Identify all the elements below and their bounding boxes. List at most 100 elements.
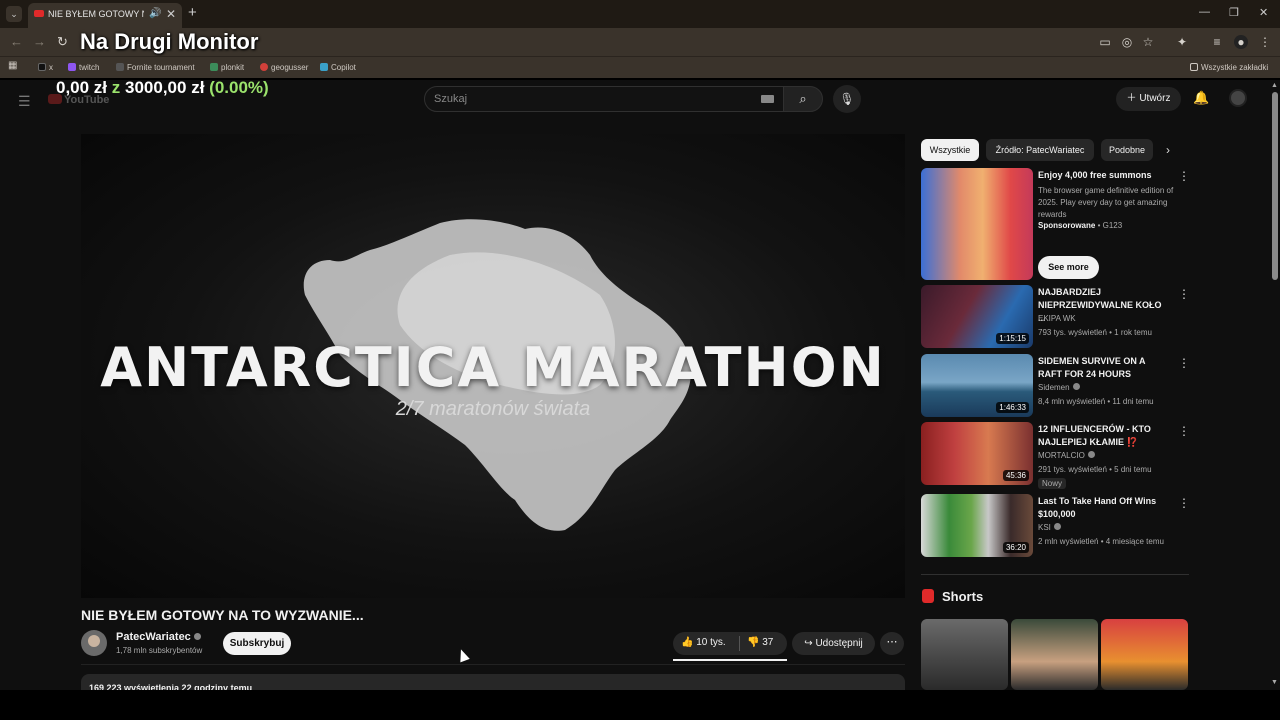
bookmark-copilot[interactable]: Copilot [320, 63, 356, 72]
related-thumbnail[interactable]: 1:15:15 [921, 285, 1033, 348]
bookmark-fornite-tournament[interactable]: Fornite tournament [116, 63, 195, 72]
related-title[interactable]: SIDEMEN SURVIVE ON A RAFT FOR 24 HOURS [1038, 355, 1170, 381]
short-thumbnail[interactable] [1101, 619, 1188, 690]
all-bookmarks[interactable]: Wszystkie zakładki [1190, 63, 1268, 72]
profile-icon[interactable]: ● [1234, 35, 1248, 49]
chip-source-channel[interactable]: Źródło: PatecWariatec [986, 139, 1094, 161]
share-button[interactable]: ↪ Udostępnij [792, 632, 875, 655]
related-channel[interactable]: Sidemen [1038, 383, 1080, 392]
ad-menu-icon[interactable]: ⋮ [1178, 169, 1190, 183]
duration-badge: 36:20 [1002, 542, 1029, 553]
related-thumbnail[interactable]: 36:20 [921, 494, 1033, 557]
donation-goal-overlay: 0,00 zł z 3000,00 zł (0.00%) [56, 78, 269, 97]
speaker-icon[interactable]: 🔊 [149, 8, 161, 19]
short-thumbnail[interactable] [1011, 619, 1098, 690]
dislike-button[interactable]: 👎 37 [747, 637, 773, 648]
divider [81, 664, 905, 665]
scroll-up-icon[interactable]: ▲ [1271, 82, 1278, 89]
browser-tab-bar: ⌄ NIE BYŁEM GOTOWY NA TO WYZWANIE... 🔊 ✕… [0, 0, 1280, 28]
minimize-icon[interactable]: — [1199, 6, 1210, 18]
see-more-button[interactable]: See more [1038, 256, 1099, 279]
related-title[interactable]: 12 INFLUENCERÓW - KTO NAJLEPIEJ KŁAMIE ⁉… [1038, 423, 1170, 449]
channel-name[interactable]: PatecWariatec [116, 631, 201, 643]
related-menu-icon[interactable]: ⋮ [1178, 424, 1190, 438]
twitch-icon [68, 63, 76, 71]
account-avatar[interactable] [1229, 89, 1247, 107]
chip-all[interactable]: Wszystkie [921, 139, 979, 161]
related-meta: 291 tys. wyświetleń • 5 dni temu [1038, 465, 1152, 474]
verified-icon [1053, 523, 1061, 530]
voice-search-button[interactable]: 🎙 [833, 85, 861, 113]
related-title[interactable]: Last To Take Hand Off Wins $100,000 [1038, 495, 1170, 521]
copilot-icon [320, 63, 328, 71]
tab-search-dropdown-icon[interactable]: ⌄ [6, 6, 22, 22]
more-actions-button[interactable]: ⋯ [880, 632, 904, 655]
browser-tab-active[interactable]: NIE BYŁEM GOTOWY NA TO WYZWANIE... 🔊 ✕ [28, 3, 182, 28]
eye-off-icon[interactable]: ◎ [1120, 35, 1134, 49]
related-thumbnail[interactable]: 45:36 [921, 422, 1033, 485]
ad-thumbnail[interactable] [921, 168, 1033, 280]
verified-icon [1072, 383, 1080, 390]
share-icon: ↪ [804, 638, 816, 649]
like-separator [739, 636, 740, 651]
forward-icon[interactable]: → [33, 34, 46, 49]
related-menu-icon[interactable]: ⋮ [1178, 287, 1190, 301]
bookmark-geogusser[interactable]: geogusser [260, 63, 308, 72]
bookmark-twitch[interactable]: twitch [68, 63, 99, 72]
new-tab-icon[interactable]: + [188, 4, 197, 21]
notifications-bell-icon[interactable]: 🔔 [1193, 90, 1209, 106]
create-button[interactable]: ＋ Utwórz [1116, 87, 1181, 111]
video-overlay-title: ANTARCTICA MARATHON [100, 336, 886, 399]
like-button[interactable]: 👍 10 tys. [681, 637, 726, 648]
search-input[interactable] [424, 86, 784, 112]
cast-icon[interactable]: ▭ [1098, 35, 1112, 49]
extensions-icon[interactable]: ✦ [1175, 35, 1189, 49]
reload-icon[interactable]: ↻ [57, 34, 68, 50]
short-thumbnail[interactable] [921, 619, 1008, 690]
bookmarks-bar: ▦ x twitch Fornite tournament plonkit ge… [0, 56, 1280, 78]
plonkit-icon [210, 63, 218, 71]
related-channel[interactable]: MORTALCIO [1038, 451, 1095, 460]
close-tab-icon[interactable]: ✕ [166, 7, 176, 21]
reading-list-icon[interactable]: ≡ [1210, 35, 1224, 49]
back-icon[interactable]: ← [10, 34, 23, 49]
ad-title[interactable]: Enjoy 4,000 free summons [1038, 169, 1170, 182]
scrollbar-thumb[interactable] [1272, 92, 1278, 280]
search-button[interactable]: ⌕ [783, 86, 823, 112]
keyboard-icon[interactable] [761, 95, 774, 103]
video-overlay-subtitle: 2/7 maratonów świata [395, 398, 591, 420]
scroll-down-icon[interactable]: ▼ [1271, 679, 1278, 686]
chevron-right-icon[interactable]: › [1166, 143, 1170, 157]
thumbs-up-icon: 👍 [681, 637, 697, 648]
related-channel[interactable]: KSI [1038, 523, 1061, 532]
subscribe-button[interactable]: Subskrybuj [223, 632, 291, 655]
chip-similar[interactable]: Podobne [1101, 139, 1153, 161]
related-menu-icon[interactable]: ⋮ [1178, 356, 1190, 370]
maximize-icon[interactable]: ❐ [1229, 6, 1239, 19]
search-placeholder: Szukaj [434, 93, 468, 105]
like-ratio-bar [673, 659, 787, 661]
new-badge: Nowy [1038, 478, 1067, 489]
star-bookmark-icon[interactable]: ☆ [1141, 35, 1155, 49]
folder-icon [1190, 63, 1198, 71]
search-icon: ⌕ [799, 91, 807, 106]
bookmark-plonkit[interactable]: plonkit [210, 63, 244, 72]
verified-icon [193, 633, 201, 640]
related-channel[interactable]: EKIPA WK [1038, 314, 1076, 323]
shorts-heading: Shorts [942, 589, 984, 604]
related-meta: 2 mln wyświetleń • 4 miesiące temu [1038, 537, 1164, 546]
related-thumbnail[interactable]: 1:46:33 [921, 354, 1033, 417]
menu-icon[interactable]: ☰ [18, 93, 31, 110]
tab-title: NIE BYŁEM GOTOWY NA TO WYZWANIE... [48, 9, 144, 19]
apps-grid-icon[interactable]: ▦ [8, 60, 17, 71]
plus-icon: ＋ [1126, 93, 1140, 104]
divider [921, 574, 1189, 575]
browser-menu-icon[interactable]: ⋮ [1258, 35, 1272, 49]
channel-avatar[interactable] [81, 630, 107, 656]
ad-description: The browser game definitive edition of 2… [1038, 186, 1174, 219]
related-meta: 8,4 mln wyświetleń • 11 dni temu [1038, 397, 1154, 406]
related-menu-icon[interactable]: ⋮ [1178, 496, 1190, 510]
related-meta: 793 tys. wyświetleń • 1 rok temu [1038, 328, 1152, 337]
window-close-icon[interactable]: ✕ [1259, 6, 1268, 19]
bookmark-x[interactable]: x [38, 63, 53, 72]
